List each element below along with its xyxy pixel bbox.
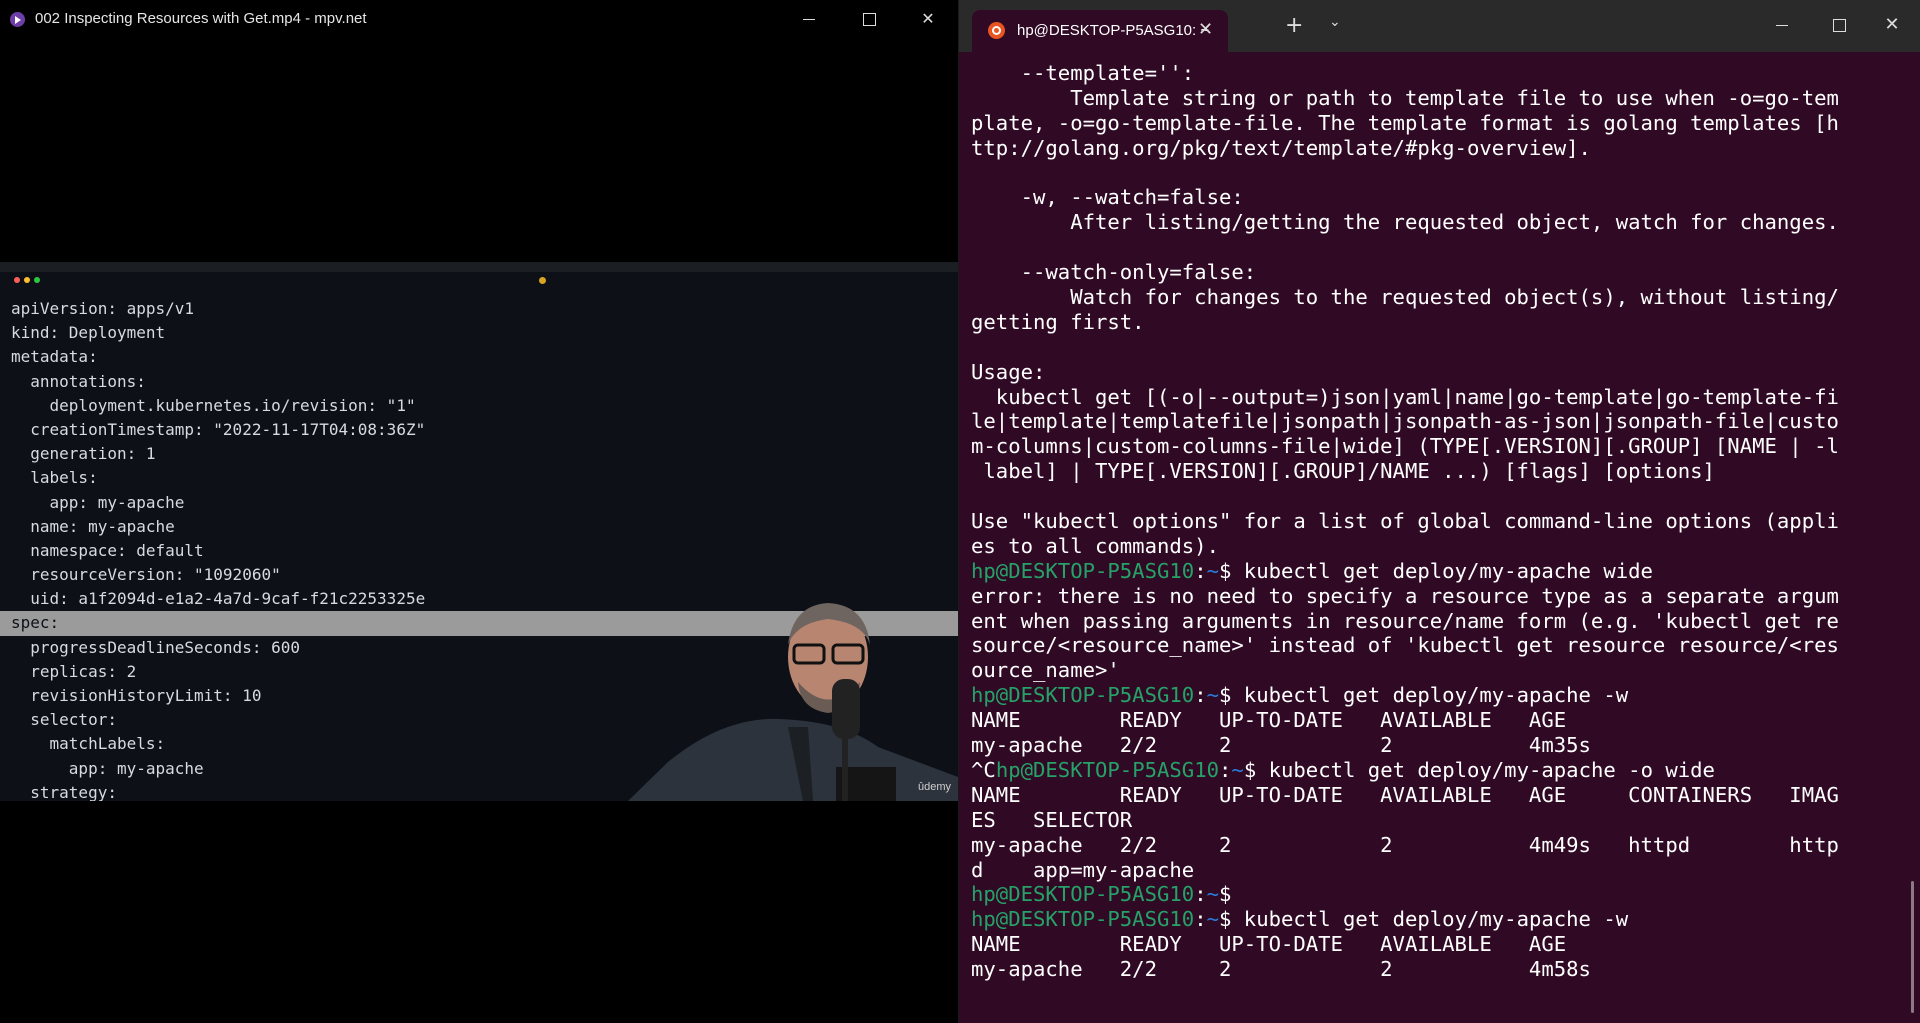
maximize-button[interactable] — [846, 0, 892, 38]
yaml-line: name: my-apache — [11, 516, 175, 536]
output-line: NAME READY UP-TO-DATE AVAILABLE AGE CONT… — [971, 782, 1839, 807]
minimize-button[interactable] — [1759, 0, 1805, 52]
yaml-line: annotations: — [11, 371, 146, 391]
output-line: --template='': — [971, 61, 1195, 85]
scrollbar-thumb[interactable] — [1911, 881, 1914, 1013]
prompt-path: ~ — [1206, 882, 1219, 907]
output-line: Watch for changes to the requested objec… — [971, 285, 1839, 310]
prompt-line: hp@DESKTOP-P5ASG10:~$ — [971, 882, 1232, 907]
green-dot-icon — [34, 277, 40, 283]
tab-title: hp@DESKTOP-P5ASG10: ~ — [1017, 22, 1210, 39]
output-line: label] | TYPE[.VERSION][.GROUP]/NAME ...… — [971, 459, 1715, 484]
yaml-line: resourceVersion: "1092060" — [11, 565, 281, 585]
prompt-user: hp@DESKTOP-P5ASG10 — [971, 882, 1195, 907]
ubuntu-icon — [988, 22, 1005, 39]
output-line: Use "kubectl options" for a list of glob… — [971, 509, 1839, 534]
yaml-line: metadata: — [11, 347, 98, 367]
command-text: $ kubectl get deploy/my-apache wide — [1219, 558, 1653, 583]
prompt-line: hp@DESKTOP-P5ASG10:~$ kubectl get deploy… — [971, 907, 1629, 932]
yaml-line: labels: — [11, 468, 98, 488]
output-line: plate, -o=go-template-file. The template… — [971, 110, 1839, 135]
prompt-user: hp@DESKTOP-P5ASG10 — [971, 907, 1195, 932]
prompt-user: hp@DESKTOP-P5ASG10 — [995, 757, 1219, 782]
output-line: source/<resource_name>' instead of 'kube… — [971, 633, 1839, 658]
yaml-line: generation: 1 — [11, 444, 156, 464]
close-button[interactable]: ✕ — [905, 0, 951, 38]
video-frame[interactable]: apiVersion: apps/v1 kind: Deployment metad… — [0, 262, 958, 801]
prompt-path: ~ — [1206, 907, 1219, 932]
output-line: getting first. — [971, 309, 1145, 334]
prompt-path: ~ — [1206, 558, 1219, 583]
output-line: Usage: — [971, 359, 1046, 384]
yaml-line: kind: Deployment — [11, 323, 166, 343]
command-text: $ kubectl get deploy/my-apache -w — [1219, 683, 1629, 708]
tab-bar: hp@DESKTOP-P5ASG10: ~ ✕ + ⌄ ✕ — [959, 0, 1920, 52]
close-icon: ✕ — [921, 9, 935, 28]
yaml-line: deployment.kubernetes.io/revision: "1" — [11, 395, 416, 415]
presenter-image — [628, 603, 958, 801]
yellow-dot-icon — [24, 277, 30, 283]
minimize-button[interactable] — [786, 0, 832, 38]
output-line: my-apache 2/2 2 2 4m58s — [971, 957, 1591, 982]
prompt-line: ^Chp@DESKTOP-P5ASG10:~$ kubectl get depl… — [971, 757, 1715, 782]
output-line: After listing/getting the requested obje… — [971, 210, 1839, 235]
maximize-button[interactable] — [1816, 0, 1862, 52]
close-button[interactable]: ✕ — [1869, 0, 1915, 52]
output-line: error: there is no need to specify a res… — [971, 583, 1839, 608]
mpv-window: 002 Inspecting Resources with Get.mp4 - … — [0, 0, 959, 1023]
output-line: my-apache 2/2 2 2 4m49s httpd http — [971, 832, 1839, 857]
output-line: --watch-only=false: — [971, 260, 1257, 285]
command-text: $ kubectl get deploy/my-apache -w — [1219, 907, 1629, 932]
output-line: my-apache 2/2 2 2 4m35s — [971, 733, 1591, 758]
yaml-line: creationTimestamp: "2022-11-17T04:08:36Z… — [11, 419, 426, 439]
yaml-line: namespace: default — [11, 540, 204, 560]
command-text: $ — [1219, 882, 1232, 907]
terminal-output[interactable]: --template='': Template string or path t… — [971, 61, 1901, 982]
mpv-titlebar[interactable]: 002 Inspecting Resources with Get.mp4 - … — [0, 0, 958, 38]
output-line: ttp://golang.org/pkg/text/template/#pkg-… — [971, 135, 1591, 160]
output-line: kubectl get [(-o|--output=)json|yaml|nam… — [971, 384, 1839, 409]
yaml-line: app: my-apache — [11, 492, 185, 512]
output-line: -w, --watch=false: — [971, 185, 1244, 210]
prompt-path: ~ — [1231, 757, 1244, 782]
minimize-icon — [1776, 24, 1788, 26]
output-line: NAME READY UP-TO-DATE AVAILABLE AGE — [971, 708, 1567, 733]
window-title: 002 Inspecting Resources with Get.mp4 - … — [35, 10, 367, 27]
output-line: ource_name>' — [971, 658, 1120, 683]
video-window-strip — [0, 262, 958, 272]
prompt-line: hp@DESKTOP-P5ASG10:~$ kubectl get deploy… — [971, 683, 1629, 708]
mpv-play-icon — [10, 12, 25, 27]
output-line: NAME READY UP-TO-DATE AVAILABLE AGE — [971, 932, 1567, 957]
red-dot-icon — [14, 277, 20, 283]
output-line: Template string or path to template file… — [971, 85, 1839, 110]
minimize-icon — [803, 19, 815, 20]
output-line: m-columns|custom-columns-file|wide] (TYP… — [971, 434, 1839, 459]
prompt-user: hp@DESKTOP-P5ASG10 — [971, 683, 1195, 708]
prompt-path: ~ — [1206, 683, 1219, 708]
output-line: d app=my-apache — [971, 857, 1195, 882]
output-line: le|template|templatefile|jsonpath|jsonpa… — [971, 409, 1839, 434]
prompt-user: hp@DESKTOP-P5ASG10 — [971, 558, 1195, 583]
close-icon: ✕ — [1884, 14, 1900, 35]
udemy-watermark: ûdemy — [918, 781, 952, 793]
lock-icon — [539, 277, 546, 284]
terminal-window: hp@DESKTOP-P5ASG10: ~ ✕ + ⌄ ✕ --template… — [959, 0, 1920, 1023]
output-line: ent when passing arguments in resource/n… — [971, 608, 1839, 633]
tab-close-icon[interactable]: ✕ — [1198, 19, 1213, 40]
interrupt-marker: ^C — [971, 757, 996, 782]
new-tab-button[interactable]: + — [1285, 15, 1303, 37]
tab-ubuntu[interactable]: hp@DESKTOP-P5ASG10: ~ ✕ — [972, 10, 1228, 52]
output-line: es to all commands). — [971, 533, 1219, 558]
chevron-down-icon[interactable]: ⌄ — [1329, 14, 1341, 30]
output-line: ES SELECTOR — [971, 807, 1133, 832]
maximize-icon — [862, 13, 876, 26]
command-text: $ kubectl get deploy/my-apache -o wide — [1243, 757, 1715, 782]
yaml-line: apiVersion: apps/v1 — [11, 299, 195, 318]
maximize-icon — [1832, 18, 1846, 32]
prompt-line: hp@DESKTOP-P5ASG10:~$ kubectl get deploy… — [971, 558, 1653, 583]
